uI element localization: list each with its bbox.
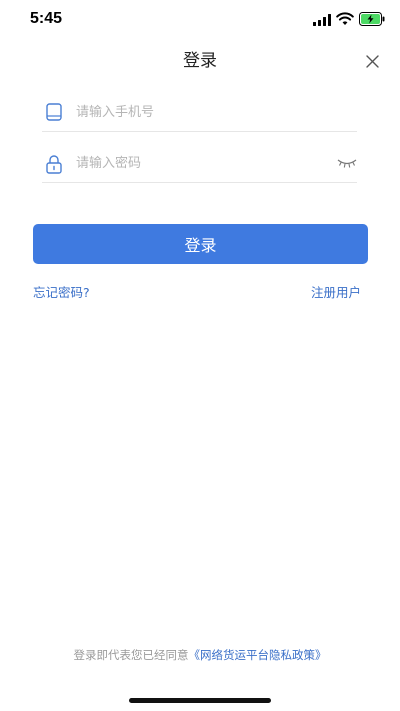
agreement-text: 登录即代表您已经同意《网络货运平台隐私政策》 [0, 647, 400, 663]
lock-icon [46, 155, 62, 174]
register-link[interactable]: 注册用户 [311, 282, 361, 301]
agreement-prefix: 登录即代表您已经同意 [73, 648, 189, 662]
login-screen: 5:45 登录 请输入手机号 登录 忘记密码? 注册用户 登录即代表您已经同意《… [0, 0, 400, 711]
login-button[interactable]: 登录 [33, 224, 368, 264]
battery-charging-icon [359, 12, 385, 26]
password-field [42, 145, 357, 183]
status-bar: 5:45 [0, 0, 400, 40]
password-input[interactable] [76, 151, 326, 175]
home-indicator [129, 698, 271, 703]
phone-icon [46, 103, 62, 121]
signal-icon [313, 14, 331, 26]
eye-closed-icon[interactable] [337, 157, 357, 169]
page-title: 登录 [183, 51, 217, 71]
phone-input[interactable] [76, 100, 326, 124]
wifi-icon [336, 12, 354, 25]
forgot-password-link[interactable]: 忘记密码? [33, 282, 90, 301]
phone-field [42, 94, 357, 132]
close-icon [365, 54, 379, 68]
privacy-policy-link[interactable]: 《网络货运平台隐私政策》 [189, 648, 327, 662]
close-button[interactable] [361, 50, 383, 72]
status-time: 5:45 [30, 10, 63, 27]
